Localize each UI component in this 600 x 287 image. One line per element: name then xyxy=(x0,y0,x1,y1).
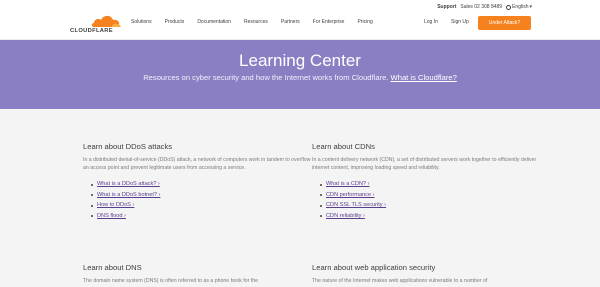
list-item[interactable]: CDN reliability › xyxy=(320,213,542,219)
list-item[interactable]: What is a DDoS botnet? › xyxy=(91,192,313,198)
section-description: The domain name system (DNS) is often re… xyxy=(83,278,259,284)
hero-subtitle: Resources on cyber security and how the … xyxy=(0,73,600,82)
cdn-section: Learn about CDNs In a content delivery n… xyxy=(312,142,542,224)
section-title: Learn about DDoS attacks xyxy=(83,142,173,151)
language-selector[interactable]: English ▾ xyxy=(506,4,532,10)
chevron-down-icon: ▾ xyxy=(529,4,532,10)
section-title: Learn about DNS xyxy=(83,263,142,272)
support-link[interactable]: Support xyxy=(437,4,456,10)
page-title: Learning Center xyxy=(239,51,361,70)
ddos-section: Learn about DDoS attacks In a distribute… xyxy=(83,142,313,224)
section-description: In a distributed denial-of-service (DDoS… xyxy=(83,157,311,171)
signup-link[interactable]: Sign Up xyxy=(451,19,469,25)
utility-bar: Support Sales 02 308 8489 English ▾ xyxy=(437,4,532,10)
nav-item-solutions[interactable]: Solutions xyxy=(131,19,152,25)
hero-banner: Learning Center Resources on cyber secur… xyxy=(0,40,600,109)
section-description: In a content delivery network (CDN), a s… xyxy=(312,157,537,171)
list-item[interactable]: CDN performance › xyxy=(320,192,542,198)
nav-item-products[interactable]: Products xyxy=(165,19,185,25)
list-item[interactable]: CDN SSL TLS security › xyxy=(320,202,542,208)
login-link[interactable]: Log In xyxy=(424,19,438,25)
nav-item-documentation[interactable]: Documentation xyxy=(197,19,231,25)
logo-wordmark: CLOUDFLARE xyxy=(70,28,113,34)
nav-item-resources[interactable]: Resources xyxy=(244,19,268,25)
section-title: Learn about CDNs xyxy=(312,142,375,151)
globe-icon xyxy=(506,4,512,10)
link-list: What is a DDoS attack? › What is a DDoS … xyxy=(91,181,313,219)
section-title: Learn about web application security xyxy=(312,263,436,272)
list-item[interactable]: What is a DDoS attack? › xyxy=(91,181,313,187)
what-is-cloudflare-link[interactable]: What is Cloudflare? xyxy=(391,73,457,82)
link-list: What is a CDN? › CDN performance › CDN S… xyxy=(320,181,542,219)
nav-item-enterprise[interactable]: For Enterprise xyxy=(313,19,345,25)
site-header: Support Sales 02 308 8489 English ▾ CLOU… xyxy=(0,0,600,40)
web-app-security-section: Learn about web application security The… xyxy=(312,263,542,286)
under-attack-button[interactable]: Under Attack? xyxy=(478,16,531,30)
language-label: English xyxy=(512,4,529,10)
main-nav: Solutions Products Documentation Resourc… xyxy=(131,19,386,25)
list-item[interactable]: What is a CDN? › xyxy=(320,181,542,187)
sales-link[interactable]: Sales 02 308 8489 xyxy=(460,4,502,10)
list-item[interactable]: How to DDoS › xyxy=(91,202,313,208)
nav-item-pricing[interactable]: Pricing xyxy=(357,19,372,25)
cloudflare-logo[interactable]: CLOUDFLARE xyxy=(70,14,122,34)
hero-subtitle-text: Resources on cyber security and how the … xyxy=(143,73,389,82)
cloud-icon xyxy=(91,15,121,27)
section-description: The nature of the Internet makes web app… xyxy=(312,278,488,284)
dns-section: Learn about DNS The domain name system (… xyxy=(83,263,313,286)
list-item[interactable]: DNS flood › xyxy=(91,213,313,219)
nav-item-partners[interactable]: Partners xyxy=(281,19,300,25)
